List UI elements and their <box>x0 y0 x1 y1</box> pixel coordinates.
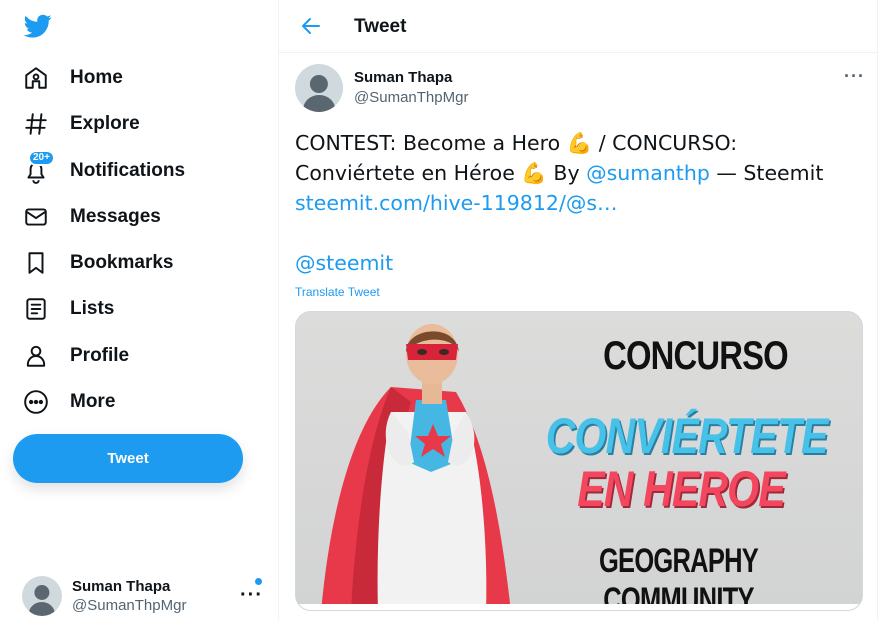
bell-icon: 20+ <box>22 150 55 185</box>
sidebar-item-label: Lists <box>70 298 115 319</box>
sidebar-item-label: Bookmarks <box>70 252 174 273</box>
home-icon <box>22 64 50 92</box>
translate-tweet-link[interactable]: Translate Tweet <box>295 285 380 299</box>
sidebar: Home Explore 20+ Notifications Messages … <box>0 0 278 620</box>
more-circle-icon <box>22 388 50 416</box>
person-icon <box>22 342 50 370</box>
sidebar-item-label: Notifications <box>70 160 186 181</box>
sidebar-item-label: More <box>70 391 116 412</box>
mention-link[interactable]: @sumanthp <box>586 161 710 185</box>
back-arrow-icon[interactable] <box>299 14 323 38</box>
author-name[interactable]: Suman Thapa <box>354 69 452 86</box>
flexed-biceps-icon: 💪 <box>566 131 593 155</box>
author-handle[interactable]: @SumanThpMgr <box>354 89 468 106</box>
sidebar-item-label: Profile <box>70 345 130 366</box>
media-text-line: GEOGRAPHY COMMUNITY <box>598 542 759 611</box>
page-title: Tweet <box>354 16 407 37</box>
sidebar-item-label: Explore <box>70 113 140 134</box>
sidebar-item-messages[interactable]: Messages <box>22 197 161 237</box>
sidebar-item-notifications[interactable]: 20+ Notifications <box>22 150 186 191</box>
flexed-biceps-icon: 💪 <box>521 161 547 185</box>
mention-link[interactable]: @steemit <box>295 251 393 275</box>
sidebar-item-label: Home <box>70 67 123 88</box>
unread-dot-icon <box>255 578 262 585</box>
media-text-line: EN HEROE <box>577 461 785 517</box>
sidebar-item-lists[interactable]: Lists <box>22 289 114 329</box>
sidebar-item-more[interactable]: More <box>22 382 115 422</box>
notification-badge: 20+ <box>28 150 55 166</box>
twitter-bird-icon[interactable] <box>23 12 52 40</box>
tweet-button[interactable]: Tweet <box>13 434 243 483</box>
tweet-text-segment: By <box>546 161 587 185</box>
tweet-text: CONTEST: Become a Hero 💪 / CONCURSO: Con… <box>295 128 855 278</box>
tweet-text-segment: — Steemit <box>709 161 824 185</box>
sidebar-item-profile[interactable]: Profile <box>22 336 129 376</box>
main-column: Tweet Suman Thapa @SumanThpMgr ··· CONTE… <box>278 0 878 620</box>
tweet-text-segment: CONTEST: Become a Hero <box>295 131 567 155</box>
account-switcher[interactable]: Suman Thapa @SumanThpMgr ··· <box>22 574 272 618</box>
tweet-media-image[interactable]: CONCURSO CONVIÉRTETE EN HEROE GEOGRAPHY … <box>295 311 863 611</box>
media-text-line: CONVIÉRTETE <box>545 408 829 464</box>
envelope-icon <box>22 203 50 231</box>
avatar <box>22 576 62 616</box>
url-link[interactable]: steemit.com/hive-119812/@s… <box>295 191 618 215</box>
list-icon <box>22 295 50 323</box>
sidebar-item-bookmarks[interactable]: Bookmarks <box>22 243 174 283</box>
hashtag-icon <box>22 110 50 138</box>
more-horizontal-icon[interactable]: ··· <box>844 66 865 87</box>
avatar[interactable] <box>295 64 343 112</box>
bookmark-icon <box>22 249 50 277</box>
sidebar-item-label: Messages <box>70 206 161 227</box>
more-horizontal-icon[interactable]: ··· <box>240 584 263 607</box>
sidebar-item-home[interactable]: Home <box>22 58 123 98</box>
account-name: Suman Thapa <box>72 578 171 595</box>
page-header: Tweet <box>279 0 878 53</box>
account-handle: @SumanThpMgr <box>72 597 187 614</box>
sidebar-item-explore[interactable]: Explore <box>22 104 140 144</box>
media-text-line: CONCURSO <box>603 334 789 378</box>
media-bottom-edge <box>296 604 862 610</box>
